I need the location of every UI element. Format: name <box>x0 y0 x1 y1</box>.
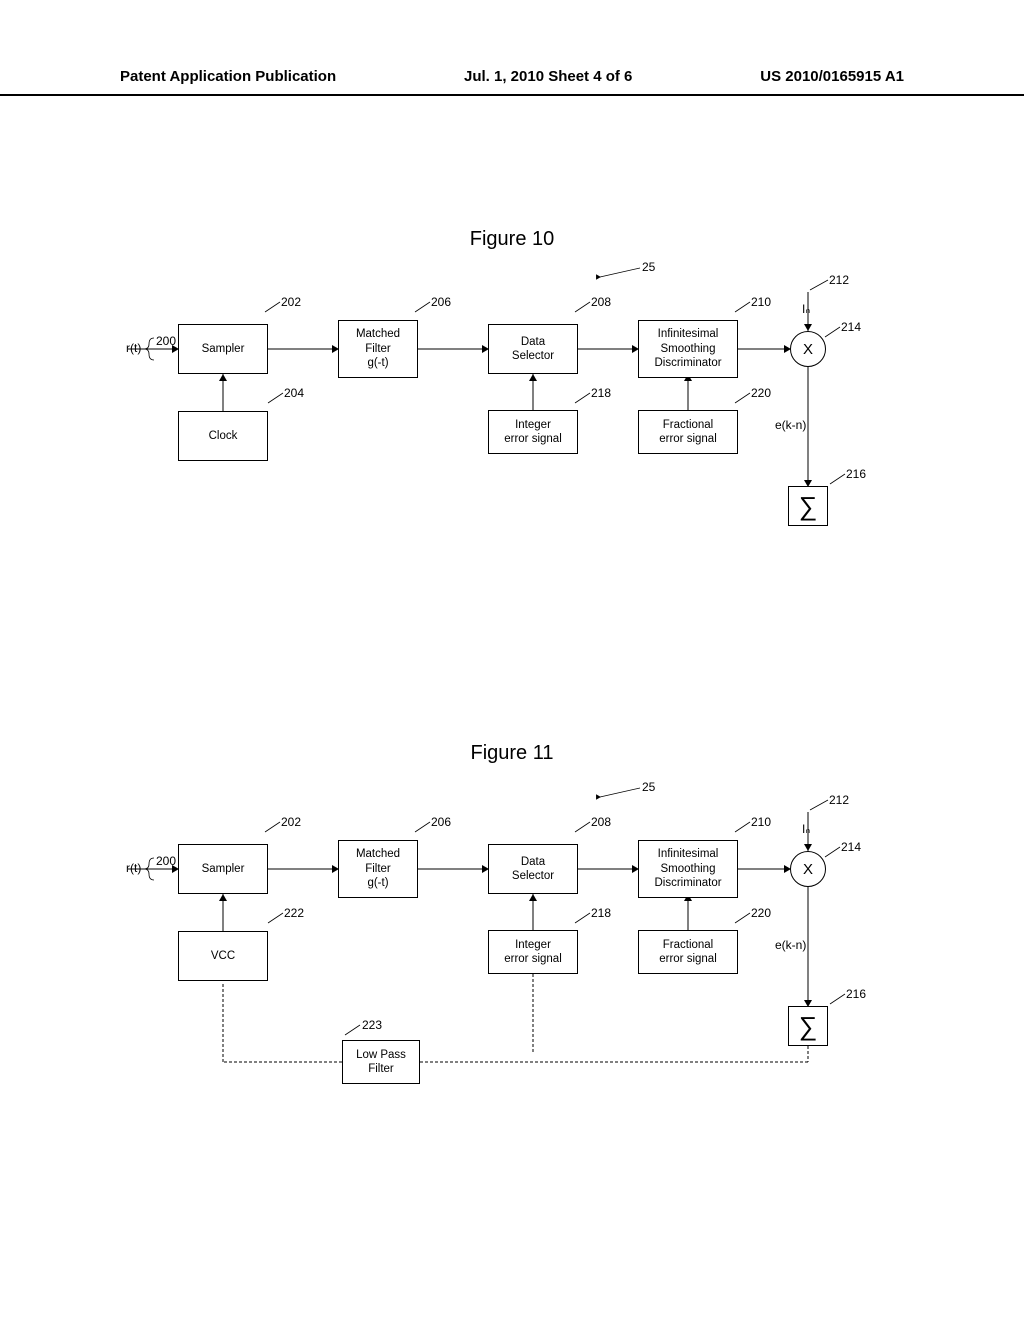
fractional-error-block: Fractional error signal <box>638 410 738 454</box>
matched-filter-block: Matched Filter g(-t) <box>338 320 418 378</box>
ref-212: 212 <box>829 793 849 807</box>
ref-214: 214 <box>841 320 861 334</box>
sampler-block: Sampler <box>178 844 268 894</box>
ref-220: 220 <box>751 906 771 920</box>
ref-210: 210 <box>751 295 771 309</box>
vcc-label: VCC <box>211 949 235 963</box>
patent-header: Patent Application Publication Jul. 1, 2… <box>0 68 1024 96</box>
ref-200: 200 <box>156 334 176 348</box>
figure-11: r(t) Sampler VCC Matched Filter g(-t) Da… <box>0 782 1024 1122</box>
x-label: X <box>803 861 813 878</box>
infsmooth-label: Infinitesimal Smoothing Discriminator <box>654 847 721 890</box>
ref-202: 202 <box>281 295 301 309</box>
vcc-block: VCC <box>178 931 268 981</box>
ref-208: 208 <box>591 815 611 829</box>
interr-label: Integer error signal <box>504 418 562 447</box>
sum-node: ∑ <box>788 486 828 526</box>
in-label: Iₙ <box>802 822 810 836</box>
multiply-node: X <box>790 851 826 887</box>
ref-216: 216 <box>846 467 866 481</box>
ref-210: 210 <box>751 815 771 829</box>
ref-223: 223 <box>362 1018 382 1032</box>
ref-220: 220 <box>751 386 771 400</box>
sigma-label: ∑ <box>799 1011 818 1042</box>
fractional-error-block: Fractional error signal <box>638 930 738 974</box>
multiply-node: X <box>790 331 826 367</box>
ref-218: 218 <box>591 386 611 400</box>
ek-label: e(k-n) <box>775 418 806 432</box>
in-label: Iₙ <box>802 302 810 316</box>
infsmooth-label: Infinitesimal Smoothing Discriminator <box>654 327 721 370</box>
ref-206: 206 <box>431 295 451 309</box>
fracerr-label: Fractional error signal <box>659 418 717 447</box>
matched-filter-block: Matched Filter g(-t) <box>338 840 418 898</box>
ref-214: 214 <box>841 840 861 854</box>
sigma-label: ∑ <box>799 491 818 522</box>
fracerr-label: Fractional error signal <box>659 938 717 967</box>
ref-25: 25 <box>642 780 655 794</box>
dataselector-label: Data Selector <box>512 335 554 364</box>
low-pass-filter-block: Low Pass Filter <box>342 1040 420 1084</box>
sampler-block: Sampler <box>178 324 268 374</box>
ref-202: 202 <box>281 815 301 829</box>
lpf-label: Low Pass Filter <box>356 1048 406 1077</box>
sampler-label: Sampler <box>202 342 245 356</box>
data-selector-block: Data Selector <box>488 324 578 374</box>
ref-25: 25 <box>642 260 655 274</box>
integer-error-block: Integer error signal <box>488 410 578 454</box>
matched-label: Matched Filter g(-t) <box>356 327 400 370</box>
figure-11-title: Figure 11 <box>470 742 553 765</box>
clock-block: Clock <box>178 411 268 461</box>
ek-label: e(k-n) <box>775 938 806 952</box>
ref-218: 218 <box>591 906 611 920</box>
x-label: X <box>803 341 813 358</box>
clock-label: Clock <box>209 429 238 443</box>
header-left: Patent Application Publication <box>120 68 336 94</box>
header-right: US 2010/0165915 A1 <box>760 68 904 94</box>
data-selector-block: Data Selector <box>488 844 578 894</box>
ref-216: 216 <box>846 987 866 1001</box>
figure-10: r(t) Sampler Clock Matched Filter g(-t) … <box>0 262 1024 552</box>
integer-error-block: Integer error signal <box>488 930 578 974</box>
ref-222: 222 <box>284 906 304 920</box>
sum-node: ∑ <box>788 1006 828 1046</box>
sampler-label: Sampler <box>202 862 245 876</box>
figure-10-title: Figure 10 <box>470 228 555 251</box>
matched-label: Matched Filter g(-t) <box>356 847 400 890</box>
ref-206: 206 <box>431 815 451 829</box>
inf-smoothing-block: Infinitesimal Smoothing Discriminator <box>638 320 738 378</box>
header-center: Jul. 1, 2010 Sheet 4 of 6 <box>464 68 632 94</box>
ref-200: 200 <box>156 854 176 868</box>
input-rt: r(t) <box>126 861 141 875</box>
interr-label: Integer error signal <box>504 938 562 967</box>
ref-212: 212 <box>829 273 849 287</box>
ref-208: 208 <box>591 295 611 309</box>
dataselector-label: Data Selector <box>512 855 554 884</box>
ref-204: 204 <box>284 386 304 400</box>
input-rt: r(t) <box>126 341 141 355</box>
inf-smoothing-block: Infinitesimal Smoothing Discriminator <box>638 840 738 898</box>
